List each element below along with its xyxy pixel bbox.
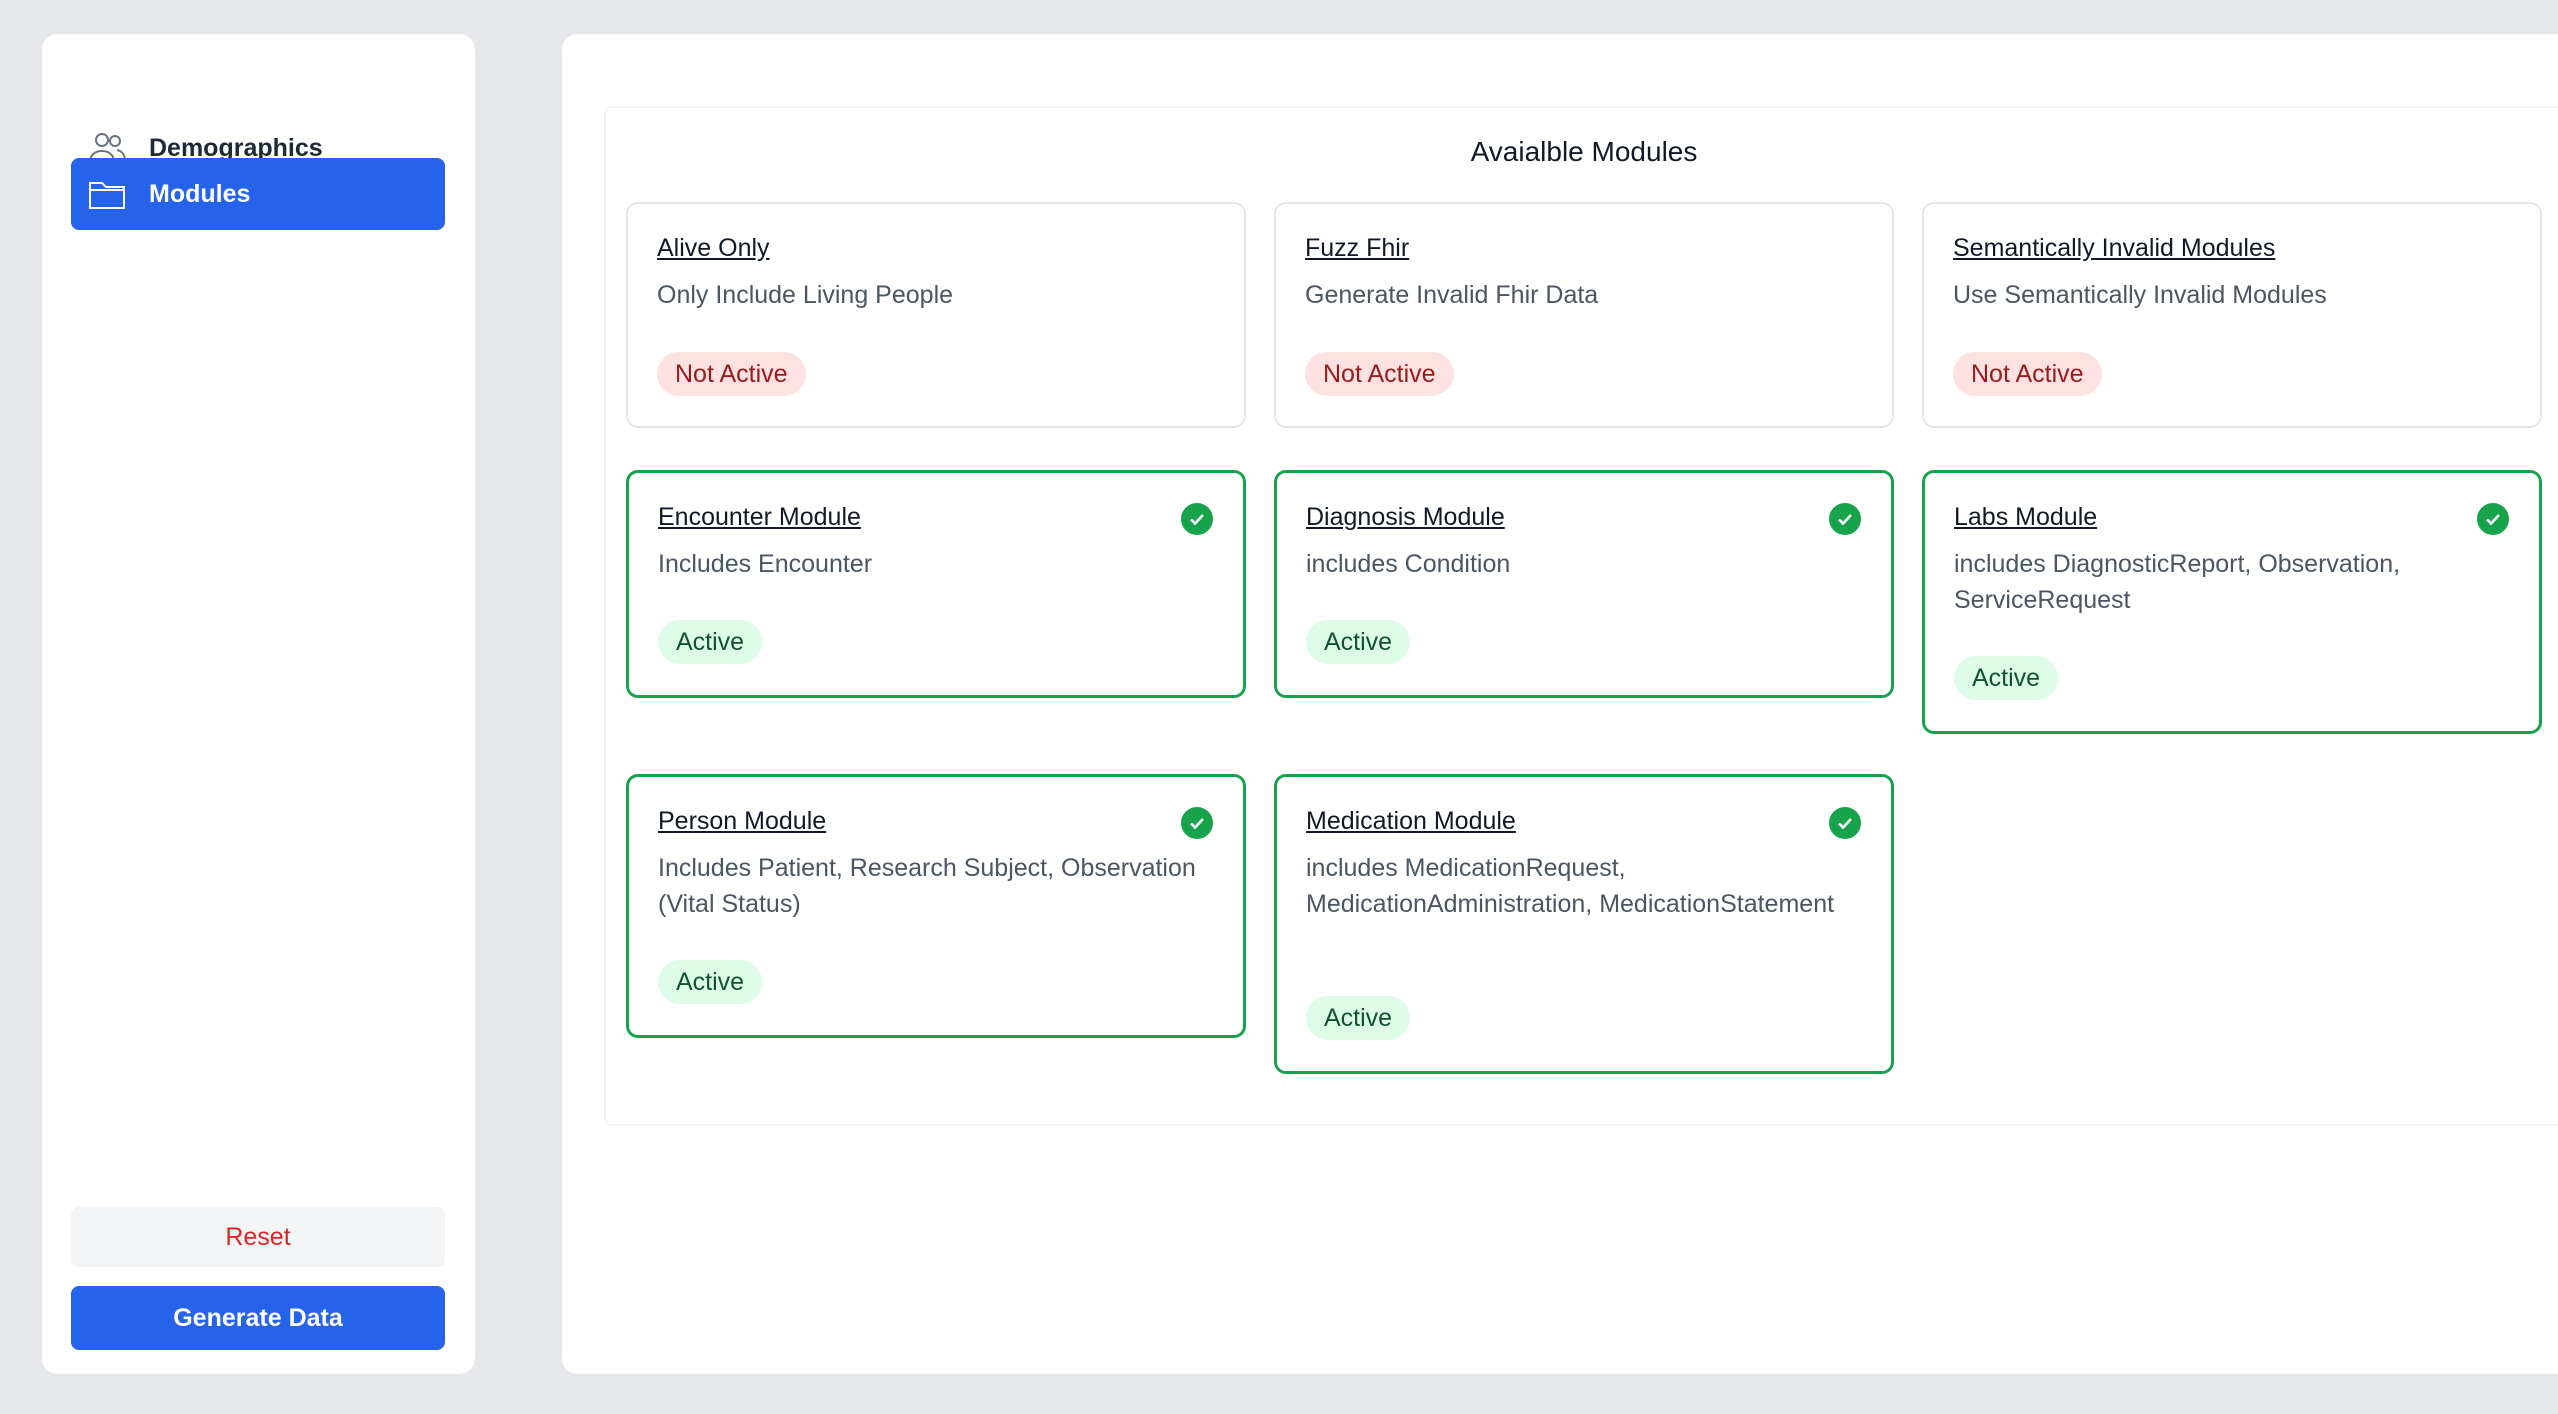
module-title[interactable]: Encounter Module [658,503,861,532]
sidebar: Demographics Modules Reset Generate Data [42,34,475,1374]
status-badge: Active [1954,656,2059,700]
module-card-labs[interactable]: Labs Module includes DiagnosticReport, O… [1922,470,2542,734]
module-description: includes Condition [1306,550,1511,578]
sidebar-item-modules[interactable]: Modules [71,158,445,230]
module-title[interactable]: Medication Module [1306,807,1516,836]
status-badge: Not Active [1305,352,1454,396]
status-badge: Active [1306,996,1411,1040]
module-title[interactable]: Semantically Invalid Modules [1953,234,2275,263]
status-badge: Active [658,620,763,664]
module-card-alive-only[interactable]: Alive Only Only Include Living People No… [626,202,1246,428]
page-title: Avaialble Modules [1470,136,1698,167]
module-description: includes DiagnosticReport, Observation, … [1954,550,2401,614]
sidebar-item-label: Modules [149,179,251,208]
main-content: Avaialble Modules Alive Only Only Includ… [562,34,2558,1374]
check-circle-icon [2477,503,2509,535]
module-description: Only Include Living People [657,281,954,309]
module-card-encounter[interactable]: Encounter Module Includes Encounter Acti… [626,470,1246,698]
module-card-semantically-invalid[interactable]: Semantically Invalid Modules Use Semanti… [1922,202,2542,428]
generate-data-button[interactable]: Generate Data [71,1286,445,1350]
module-card-medication[interactable]: Medication Module includes MedicationReq… [1274,774,1894,1074]
module-card-diagnosis[interactable]: Diagnosis Module includes Condition Acti… [1274,470,1894,698]
module-title[interactable]: Fuzz Fhir [1305,234,1409,263]
module-description: includes MedicationRequest, MedicationAd… [1306,854,1835,918]
status-badge: Active [658,960,763,1004]
reset-button[interactable]: Reset [71,1207,445,1267]
module-title[interactable]: Diagnosis Module [1306,503,1505,532]
module-description: Includes Encounter [658,550,873,578]
module-title[interactable]: Alive Only [657,234,770,263]
check-circle-icon [1829,807,1861,839]
status-badge: Not Active [657,352,806,396]
modules-panel: Avaialble Modules Alive Only Only Includ… [604,106,2558,1126]
module-description: Use Semantically Invalid Modules [1953,281,2327,309]
module-description: Includes Patient, Research Subject, Obse… [658,854,1196,918]
module-card-fuzz-fhir[interactable]: Fuzz Fhir Generate Invalid Fhir Data Not… [1274,202,1894,428]
check-circle-icon [1829,503,1861,535]
module-card-person[interactable]: Person Module Includes Patient, Research… [626,774,1246,1038]
module-description: Generate Invalid Fhir Data [1305,281,1599,309]
module-title[interactable]: Labs Module [1954,503,2097,532]
check-circle-icon [1181,807,1213,839]
status-badge: Active [1306,620,1411,664]
status-badge: Not Active [1953,352,2102,396]
folder-icon [87,174,127,214]
module-title[interactable]: Person Module [658,807,826,836]
check-circle-icon [1181,503,1213,535]
